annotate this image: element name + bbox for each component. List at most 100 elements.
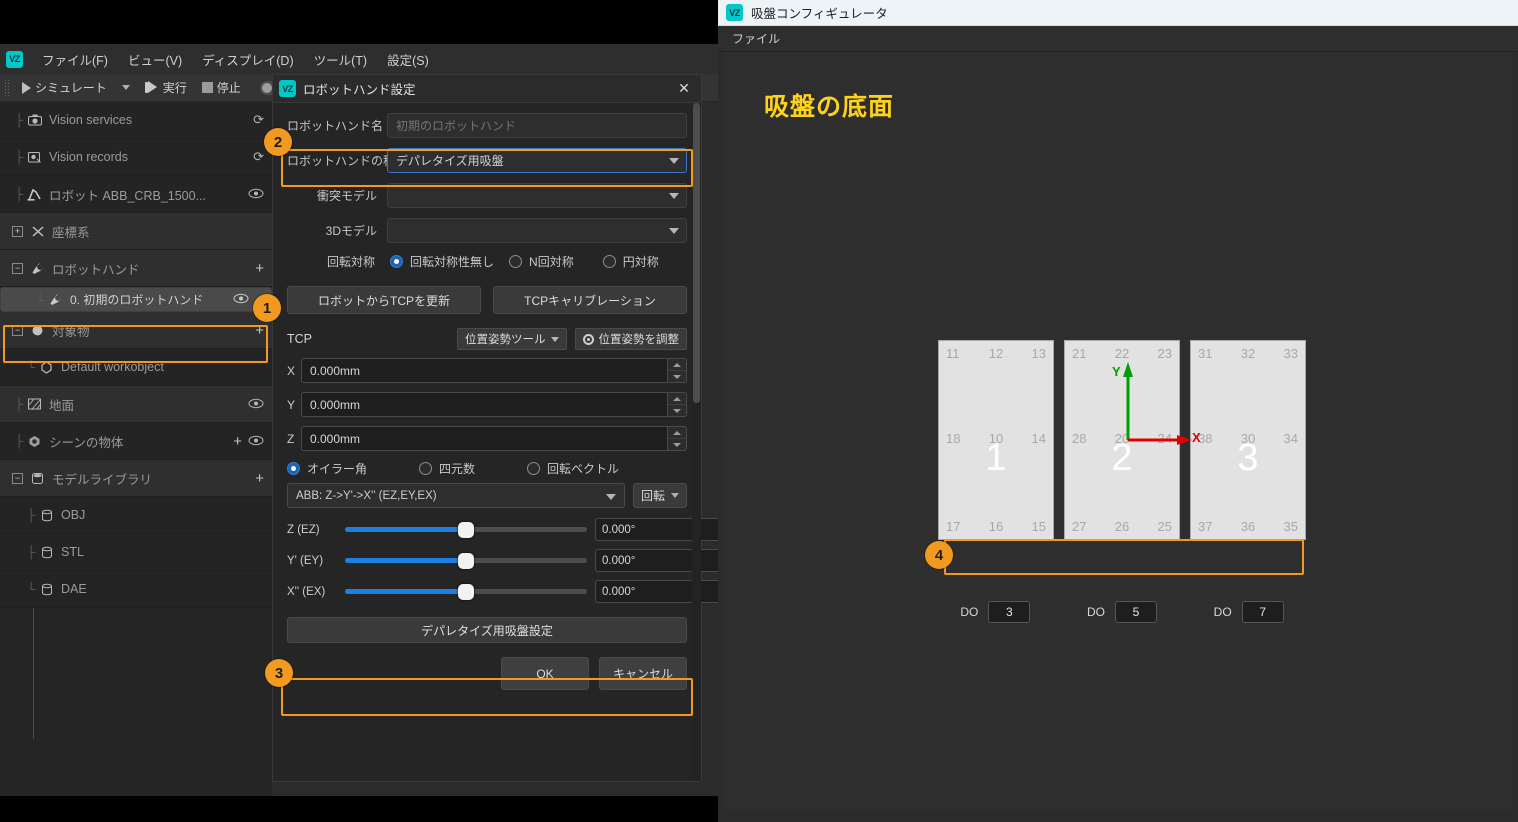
- collapse-icon[interactable]: −: [12, 473, 23, 484]
- eye-icon[interactable]: [248, 434, 264, 449]
- stepper-down[interactable]: [668, 439, 686, 450]
- tree-item-scene-objects[interactable]: ├ シーンの物体 +: [0, 423, 272, 460]
- rotation-mode-rotvec-label: 回転ベクトル: [547, 460, 619, 477]
- eye-icon[interactable]: [233, 292, 249, 307]
- menu-file[interactable]: ファイル(F): [33, 46, 117, 73]
- slider-knob[interactable]: [458, 522, 474, 538]
- add-robot-hand-button[interactable]: +: [255, 260, 264, 277]
- collapse-icon[interactable]: −: [12, 263, 23, 274]
- close-icon[interactable]: ✕: [673, 79, 695, 99]
- hand-type-row: ロボットハンドの種類 デパレタイズ用吸盤: [287, 148, 687, 173]
- suction-cell-2[interactable]: 21 22 23 28 20 24 27 26 25 2: [1064, 340, 1180, 540]
- configurator-menu-file[interactable]: ファイル: [732, 30, 780, 47]
- rotation-mode-radio-euler[interactable]: [287, 462, 300, 475]
- tcp-calibration-button[interactable]: TCPキャリブレーション: [493, 286, 687, 314]
- refresh-icon[interactable]: ⟳: [253, 149, 264, 165]
- depalletize-suction-settings-button[interactable]: デパレタイズ用吸盤設定: [287, 617, 687, 643]
- model-3d-row: 3Dモデル: [287, 218, 687, 243]
- stepper-down[interactable]: [668, 371, 686, 382]
- collision-model-select[interactable]: [387, 183, 687, 208]
- slider-knob[interactable]: [458, 553, 474, 569]
- stepper-up[interactable]: [668, 427, 686, 439]
- run-button[interactable]: 実行: [139, 76, 193, 99]
- cell-number: 21: [1072, 346, 1086, 361]
- symmetry-radio-none[interactable]: [390, 255, 403, 268]
- eye-icon[interactable]: [248, 187, 264, 202]
- menu-tools[interactable]: ツール(T): [305, 46, 376, 73]
- scrollbar-thumb[interactable]: [693, 103, 700, 403]
- dialog-scrollbar[interactable]: [692, 103, 701, 781]
- tree-item-initial-robot-hand[interactable]: └ 0. 初期のロボットハンド: [0, 287, 272, 312]
- add-model-button[interactable]: +: [255, 470, 264, 487]
- tcp-x-stepper[interactable]: [667, 358, 687, 383]
- eye-icon[interactable]: [248, 397, 264, 412]
- tree-item-vision-records[interactable]: ├ Vision records ⟳: [0, 139, 272, 176]
- hand-name-label: ロボットハンド名: [287, 117, 387, 134]
- tree-item-vision-services[interactable]: ├ Vision services ⟳: [0, 102, 272, 139]
- suction-cell-3[interactable]: 31 32 33 38 30 34 37 36 35 3: [1190, 340, 1306, 540]
- tree-item-robot[interactable]: ├ ロボット ABB_CRB_1500...: [0, 176, 272, 213]
- angle-ez-slider[interactable]: [345, 520, 587, 540]
- stepper-up[interactable]: [668, 393, 686, 405]
- tree-item-model-library[interactable]: − モデルライブラリ +: [0, 460, 272, 497]
- do-input-2[interactable]: [1115, 601, 1157, 623]
- tree-item-default-workobject[interactable]: └ Default workobject: [0, 349, 272, 386]
- do-input-1[interactable]: [988, 601, 1030, 623]
- hand-name-input[interactable]: [387, 113, 687, 138]
- pose-tool-button[interactable]: 位置姿勢ツール: [457, 328, 567, 350]
- do-input-3[interactable]: [1242, 601, 1284, 623]
- symmetry-radio-circular[interactable]: [603, 255, 616, 268]
- tcp-z-input[interactable]: [301, 426, 667, 451]
- tree-item-ground[interactable]: ├ 地面: [0, 386, 272, 423]
- model-3d-select[interactable]: [387, 218, 687, 243]
- ok-button[interactable]: OK: [501, 657, 589, 690]
- tcp-z-stepper[interactable]: [667, 426, 687, 451]
- hand-type-select[interactable]: デパレタイズ用吸盤: [387, 148, 687, 173]
- tree-item-coordinate-systems[interactable]: + 座標系: [0, 213, 272, 250]
- stop-button[interactable]: 停止: [196, 76, 247, 99]
- euler-order-select[interactable]: ABB: Z->Y'->X'' (EZ,EY,EX): [287, 483, 625, 508]
- tree-item-obj[interactable]: ├ OBJ: [0, 497, 272, 534]
- chevron-down-icon: [671, 493, 679, 498]
- tree-item-objects-group[interactable]: − 対象物 +: [0, 312, 272, 349]
- stepper-down[interactable]: [668, 405, 686, 416]
- menu-view[interactable]: ビュー(V): [119, 46, 191, 73]
- cancel-button[interactable]: キャンセル: [599, 657, 687, 690]
- add-object-button[interactable]: +: [255, 322, 264, 339]
- menu-settings[interactable]: 設定(S): [378, 46, 438, 73]
- rotation-mode-radio-quaternion[interactable]: [419, 462, 432, 475]
- slider-knob[interactable]: [458, 584, 474, 600]
- rotate-button[interactable]: 回転: [633, 483, 687, 508]
- cell-number: 15: [1032, 519, 1046, 534]
- collapse-icon[interactable]: −: [12, 325, 23, 336]
- tree-item-stl[interactable]: ├ STL: [0, 534, 272, 571]
- do-group-3: DO: [1185, 601, 1312, 623]
- configurator-menu-bar: ファイル: [718, 26, 1518, 52]
- refresh-icon[interactable]: ⟳: [253, 112, 264, 128]
- rotation-mode-radio-rotvec[interactable]: [527, 462, 540, 475]
- camera-icon: [26, 114, 43, 126]
- robot-hand-settings-dialog: VZ ロボットハンド設定 ✕ ロボットハンド名 ロボットハンドの種類 デパレタイ…: [272, 74, 702, 782]
- configurator-title-bar[interactable]: VZ 吸盤コンフィギュレータ: [718, 0, 1518, 26]
- tree-item-dae[interactable]: └ DAE: [0, 571, 272, 608]
- dialog-title-bar[interactable]: VZ ロボットハンド設定 ✕: [273, 75, 701, 103]
- adjust-pose-button[interactable]: 位置姿勢を調整: [575, 328, 688, 350]
- tree-item-robot-hand-group[interactable]: − ロボットハンド +: [0, 250, 272, 287]
- model-3d-label: 3Dモデル: [287, 222, 387, 239]
- angle-ex-slider[interactable]: [345, 582, 587, 602]
- menu-display[interactable]: ディスプレイ(D): [193, 46, 302, 73]
- stepper-up[interactable]: [668, 359, 686, 371]
- symmetry-radio-n-fold[interactable]: [509, 255, 522, 268]
- add-scene-object-button[interactable]: +: [233, 433, 242, 450]
- toolbar-grip[interactable]: [4, 79, 11, 97]
- tree-label: Default workobject: [61, 360, 264, 374]
- simulate-dropdown-button[interactable]: [116, 82, 136, 93]
- tcp-x-input[interactable]: [301, 358, 667, 383]
- angle-ey-slider[interactable]: [345, 551, 587, 571]
- simulate-button[interactable]: シミュレート: [16, 76, 113, 99]
- expand-icon[interactable]: +: [12, 226, 23, 237]
- update-tcp-from-robot-button[interactable]: ロボットからTCPを更新: [287, 286, 481, 314]
- tcp-y-stepper[interactable]: [667, 392, 687, 417]
- tcp-y-input[interactable]: [301, 392, 667, 417]
- suction-cell-1[interactable]: 11 12 13 18 10 14 17 16 15 1: [938, 340, 1054, 540]
